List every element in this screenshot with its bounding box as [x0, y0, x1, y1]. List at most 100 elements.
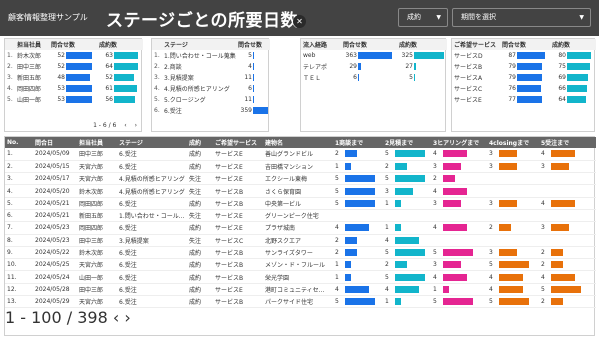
stage-days-cell: 4 — [487, 270, 539, 284]
col-header[interactable]: 問合日 — [33, 137, 77, 148]
bar-value: 5 — [335, 187, 339, 195]
table-row[interactable]: 4. 4.見積の所感ヒアリング 6 — [152, 83, 270, 94]
col-header[interactable]: ステージ — [162, 39, 236, 50]
col-header[interactable]: 成約数 — [397, 39, 447, 50]
bar-fill — [443, 162, 461, 170]
row-index: 4. — [7, 85, 13, 92]
stage-days-cell: 4 — [431, 270, 487, 284]
rep-name: 新田五郎 — [17, 75, 42, 82]
prev-page-icon[interactable]: ‹ — [113, 308, 119, 327]
service-name: サービスE — [213, 209, 263, 223]
col-header[interactable]: 成約数 — [97, 39, 143, 50]
bar-fill — [395, 298, 401, 306]
stage-name: 6.受注 — [117, 246, 187, 260]
stage-days-cell: 5 — [539, 283, 596, 297]
status-filter-select[interactable]: 成約 ▼ — [398, 8, 448, 27]
col-header[interactable]: 1商談まで — [333, 137, 383, 148]
table-row[interactable]: サービスA 79 69 — [452, 72, 596, 83]
bar-fill — [551, 249, 563, 257]
stage-name: 6.受注 — [117, 258, 187, 272]
bar-cell: 75 — [550, 61, 596, 72]
prev-page-icon[interactable]: ‹ — [124, 122, 126, 129]
bar-value: 2 — [541, 249, 545, 257]
bar-value: 87 — [508, 52, 516, 59]
col-header[interactable]: 成約 — [187, 137, 213, 148]
bar-value: 5 — [489, 298, 493, 306]
bar-fill — [443, 261, 461, 269]
table-row[interactable]: 3. 新田五郎 48 52 — [5, 72, 143, 83]
col-header[interactable]: ご希望サービス — [452, 39, 500, 50]
inquiry-date: 2024/05/17 — [33, 172, 77, 186]
table-row[interactable]: 3. 2024/05/17 天宮六郎 4.見積の所感ヒアリング 失注 サービスE エクシール… — [5, 172, 596, 186]
inquiry-date: 2024/05/29 — [33, 295, 77, 309]
col-header[interactable]: 問合せ数 — [341, 39, 397, 50]
table-row[interactable]: 6. 2024/05/21 新田五郎 1.問い合わせ・コール... 失注 サービスE グリー… — [5, 209, 596, 223]
stage-days-cell: 4 — [383, 283, 431, 297]
table-row[interactable]: 3. 3.見積提案 11 — [152, 72, 270, 83]
table-row[interactable]: web 363 325 — [301, 50, 447, 61]
table-row[interactable]: サービスD 87 80 — [452, 50, 596, 61]
col-header[interactable]: 3ヒアリングまで — [431, 137, 487, 148]
row-index: 3. — [5, 172, 33, 186]
bar-fill — [114, 96, 135, 103]
deal-status: 失注 — [187, 172, 213, 186]
col-header[interactable]: ステージ — [117, 137, 187, 148]
bar-value: 363 — [345, 52, 357, 59]
col-header[interactable]: 2見積まで — [383, 137, 431, 148]
rep-name: 田中三郎 — [17, 64, 42, 71]
deal-status: 成約 — [187, 283, 213, 297]
col-header[interactable]: 建物名 — [263, 137, 333, 148]
table-row[interactable]: サービスE 77 64 — [452, 94, 596, 105]
table-row[interactable]: 1. 鈴木次郎 52 63 — [5, 50, 143, 61]
header-bar: 顧客情報整理サンプル ステージごとの所要日数 ✕ 成約 ▼ 期間を選択 ▼ — [0, 0, 599, 36]
stage-days-cell — [487, 184, 539, 198]
table-row[interactable]: 9. 2024/05/22 鈴木次郎 6.受注 成約 サービスB サンライズタワー 2 5 5 3 2 — [5, 246, 596, 260]
table-row[interactable]: 12. 2024/05/28 田中三郎 6.受注 成約 サービスE 港町コミュニティセ...… — [5, 283, 596, 297]
table-row[interactable]: 2. 田中三郎 52 64 — [5, 61, 143, 72]
table-row[interactable]: サービスC 76 66 — [452, 83, 596, 94]
stage-days-cell: 4 — [539, 197, 596, 210]
stage-summary-card: ステージ 問合せ数 1. 1.問い合わせ・コール蒐集 5 2. 2.商談 4 3. 3.見積提… — [151, 38, 270, 132]
table-row[interactable]: 13. 2024/05/29 天宮六郎 6.受注 成約 サービスB パークサイド住宅 5 1 5 5… — [5, 295, 596, 309]
bar-fill — [358, 74, 359, 81]
bar-fill — [114, 52, 138, 59]
stage-days-cell — [431, 234, 487, 247]
deal-status: 成約 — [187, 221, 213, 235]
next-page-icon[interactable]: › — [135, 122, 137, 129]
table-row[interactable]: 8. 2024/05/23 田中三郎 3.見積提案 失注 サービスC 北野スクエア 2 4 — [5, 234, 596, 247]
col-header[interactable]: 問合せ数 — [49, 39, 97, 50]
col-header[interactable]: No. — [5, 137, 33, 148]
col-header[interactable]: 5受注まで — [539, 137, 596, 148]
table-row[interactable]: 10. 2024/05/25 天宮六郎 6.受注 成約 サービスB メゾン・ド・フルール 1 2… — [5, 258, 596, 272]
table-row[interactable]: 5. 2024/05/21 岡田四郎 6.受注 成約 サービスB 中央第一ビル 5 1 3 3 4 — [5, 197, 596, 210]
col-header[interactable]: 問合せ数 — [236, 39, 270, 50]
table-row[interactable]: 7. 2024/05/23 岡田四郎 6.受注 成約 サービスE プラザ城南 4 1 4 2 3 — [5, 221, 596, 235]
table-row[interactable]: 5. 5.クロージング 11 — [152, 94, 270, 105]
table-row[interactable]: 6. 6.受注 359 — [152, 105, 270, 116]
table-row[interactable]: 11. 2024/05/24 山田一郎 6.受注 成約 サービスB 栄光学園 1 5 4 4 4 — [5, 270, 596, 284]
col-header[interactable]: 担当社員 — [77, 137, 117, 148]
table-row[interactable]: ＴＥＬ 6 5 — [301, 72, 447, 83]
table-row[interactable]: 1. 2024/05/09 田中三郎 6.受注 成約 サービスE 善山グランドビル 2 5 4 3 4 — [5, 148, 596, 161]
table-row[interactable]: テレアポ 29 27 — [301, 61, 447, 72]
bar-value: 2 — [335, 150, 339, 158]
table-row[interactable]: 4. 2024/05/20 鈴木次郎 4.見積の所感ヒアリング 失注 サービスB さくら保育… — [5, 184, 596, 198]
stage-days-cell: 5 — [333, 197, 383, 210]
table-row[interactable]: サービスB 79 75 — [452, 61, 596, 72]
building-name: 善山グランドビル — [263, 148, 333, 161]
table-row[interactable]: 2. 2024/05/15 天宮六郎 6.受注 成約 サービスE 吉田橋マンション 1 2 3 3 3 — [5, 160, 596, 174]
col-header[interactable]: 成約数 — [550, 39, 596, 50]
col-header[interactable]: 4closingまで — [487, 137, 539, 148]
col-header[interactable]: 問合せ数 — [500, 39, 550, 50]
bar-value: 61 — [105, 85, 113, 92]
table-row[interactable]: 1. 1.問い合わせ・コール蒐集 5 — [152, 50, 270, 61]
col-header[interactable]: 流入経路 — [301, 39, 341, 50]
col-header[interactable]: 担当社員 — [15, 39, 49, 50]
table-row[interactable]: 2. 2.商談 4 — [152, 61, 270, 72]
table-row[interactable]: 4. 岡田四郎 53 61 — [5, 83, 143, 94]
col-header[interactable]: ご希望サービス — [213, 137, 263, 148]
clear-filter-icon[interactable]: ✕ — [293, 15, 306, 28]
table-row[interactable]: 5. 山田一郎 53 56 — [5, 94, 143, 105]
next-page-icon[interactable]: › — [124, 308, 130, 327]
period-filter-select[interactable]: 期間を選択 ▼ — [452, 8, 591, 27]
